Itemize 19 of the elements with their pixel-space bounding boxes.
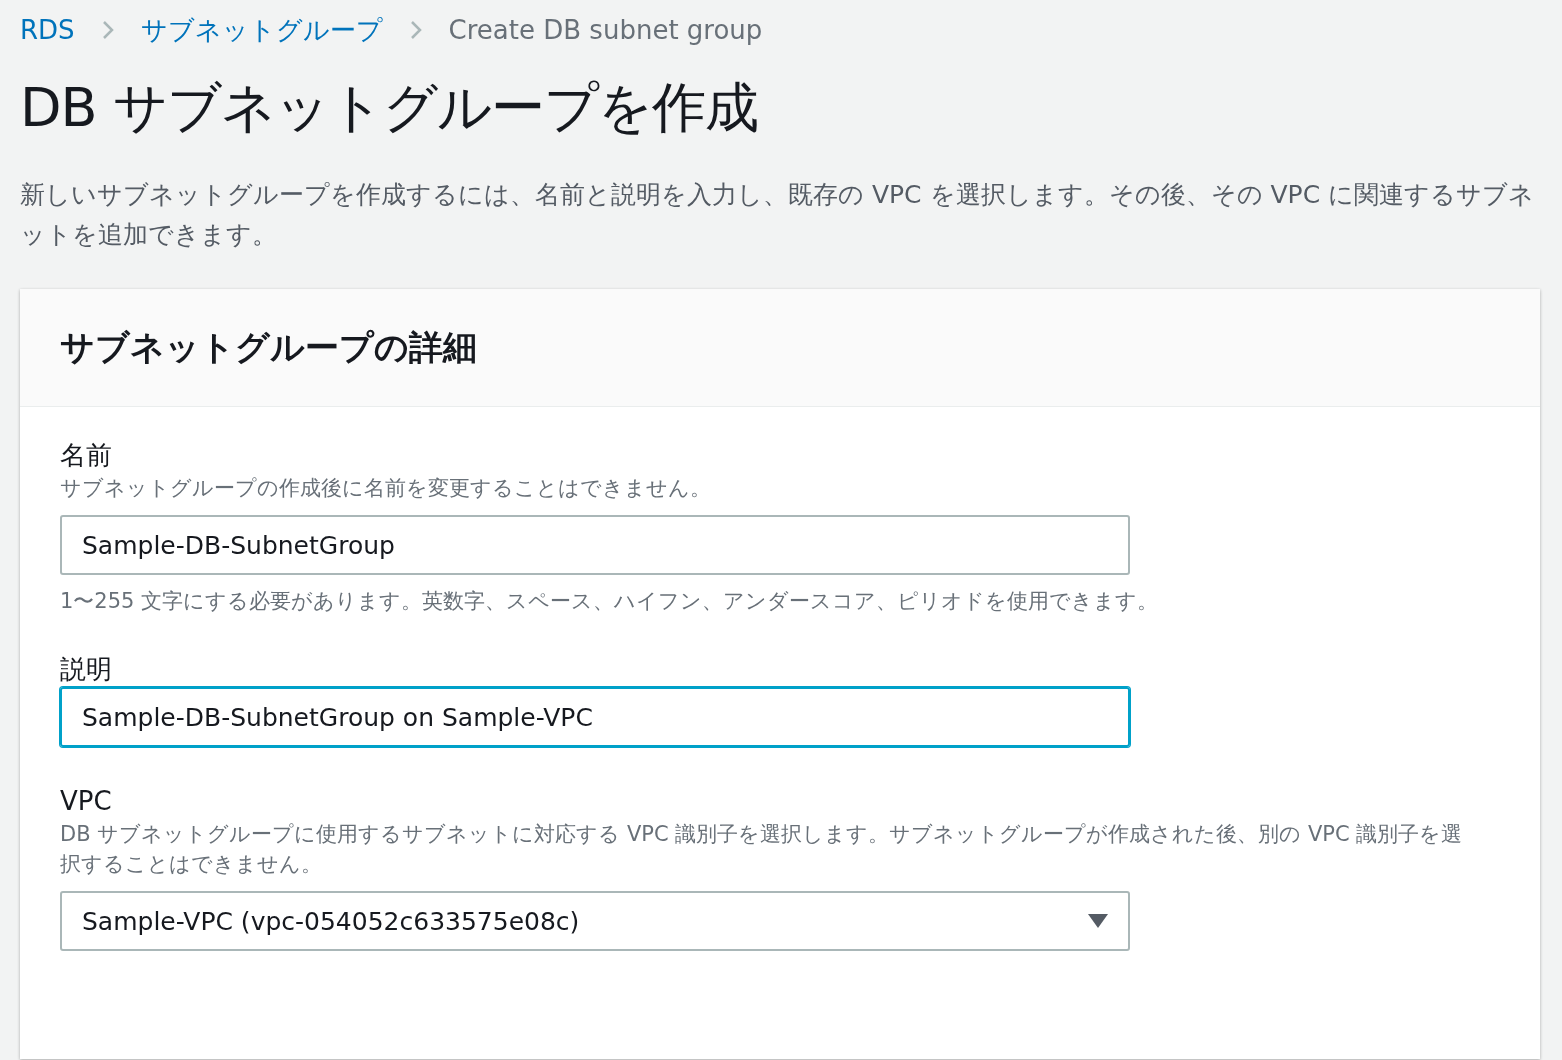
field-label: 説明 xyxy=(60,653,113,686)
chevron-right-icon xyxy=(100,19,115,41)
page-description: 新しいサブネットグループを作成するには、名前と説明を入力し、既存の VPC を選択します。その後、その VPC に関連するサブネットを追加できます。 xyxy=(20,179,1536,251)
breadcrumb-current: Create DB subnet group xyxy=(448,15,763,45)
field-label: VPC xyxy=(60,785,113,818)
field-description: サブネットグループの作成後に名前を変更することはできません。 xyxy=(60,475,712,502)
select-dropdown[interactable]: Sample-VPC (vpc-054052c633575e08c) xyxy=(60,891,1130,951)
field-hint: 1〜255 文字にする必要があります。英数字、スペース、ハイフン、アンダースコア、ピリオドを使用できます。 xyxy=(60,588,1160,615)
panel-title: サブネットグループの詳細 xyxy=(60,325,477,369)
input-field[interactable]: Sample-DB-SubnetGroup xyxy=(60,515,1130,575)
breadcrumb-link[interactable]: サブネットグループ xyxy=(140,12,383,48)
select-value: Sample-VPC (vpc-054052c633575e08c) xyxy=(82,906,580,936)
input-field[interactable]: Sample-DB-SubnetGroup on Sample-VPC xyxy=(60,687,1130,747)
page-title: DB サブネットグループを作成 xyxy=(20,75,759,141)
field-label: 名前 xyxy=(60,439,113,472)
dropdown-caret-icon xyxy=(1088,914,1108,928)
field-description: DB サブネットグループに使用するサブネットに対応する VPC 識別子を選択します。サブネットグループが作成された後、別の VPC 識別子を選択することはできません。 xyxy=(60,821,1464,878)
breadcrumb-link[interactable]: RDS xyxy=(20,15,75,45)
chevron-right-icon xyxy=(408,19,423,41)
